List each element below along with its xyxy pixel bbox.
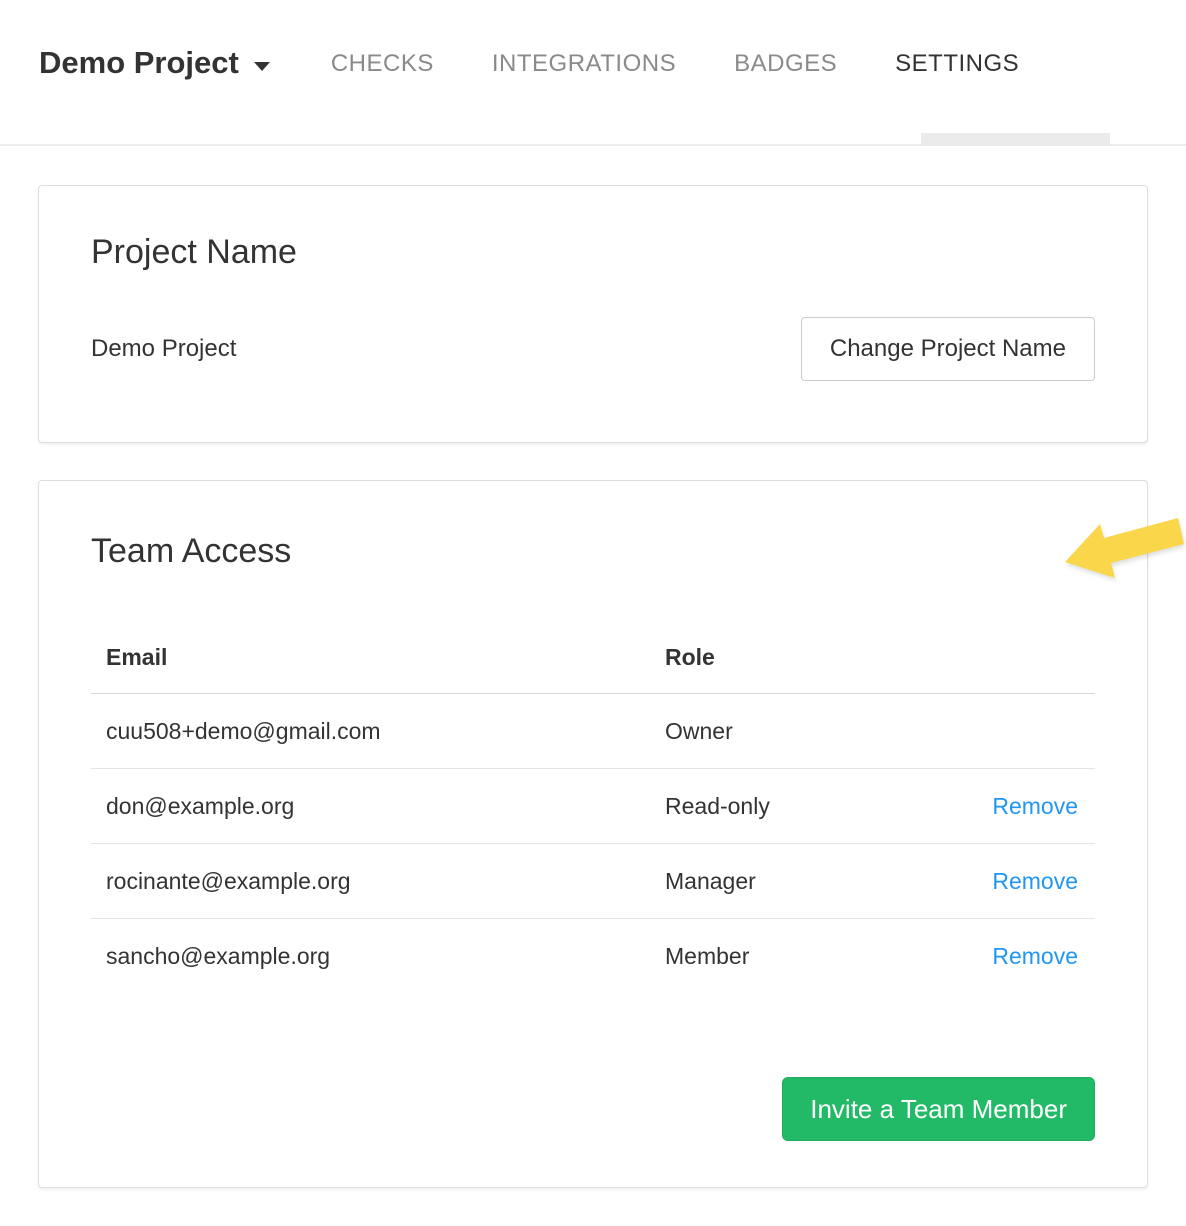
team-access-card-title: Team Access	[91, 481, 1095, 572]
active-tab-indicator	[921, 133, 1110, 146]
invite-row: Invite a Team Member	[91, 1077, 1095, 1141]
table-row: sancho@example.org Member Remove	[91, 919, 1095, 994]
team-table-header-row: Email Role	[91, 636, 1095, 694]
tab-settings[interactable]: SETTINGS	[895, 46, 1019, 82]
member-role: Owner	[650, 694, 950, 769]
role-column-header: Role	[650, 636, 950, 694]
team-table-body: cuu508+demo@gmail.com Owner don@example.…	[91, 694, 1095, 994]
caret-down-icon	[254, 62, 270, 71]
member-role: Member	[650, 919, 950, 994]
team-table: Email Role cuu508+demo@gmail.com Owner d…	[91, 636, 1095, 993]
invite-team-member-button[interactable]: Invite a Team Member	[782, 1077, 1095, 1141]
member-email: don@example.org	[91, 769, 650, 844]
table-row: rocinante@example.org Manager Remove	[91, 844, 1095, 919]
project-name-value: Demo Project	[91, 335, 236, 363]
project-switcher-label: Demo Project	[39, 44, 239, 82]
project-nav: CHECKS INTEGRATIONS BADGES SETTINGS	[331, 46, 1019, 82]
email-column-header: Email	[91, 636, 650, 694]
table-row: don@example.org Read-only Remove	[91, 769, 1095, 844]
remove-link[interactable]: Remove	[992, 868, 1078, 894]
remove-link[interactable]: Remove	[992, 943, 1078, 969]
project-name-card: Project Name Demo Project Change Project…	[38, 185, 1148, 443]
member-email: sancho@example.org	[91, 919, 650, 994]
actions-column-header	[950, 636, 1095, 694]
project-switcher[interactable]: Demo Project	[39, 44, 270, 82]
member-role: Read-only	[650, 769, 950, 844]
member-email: rocinante@example.org	[91, 844, 650, 919]
table-row: cuu508+demo@gmail.com Owner	[91, 694, 1095, 769]
tab-integrations[interactable]: INTEGRATIONS	[492, 46, 676, 82]
member-email: cuu508+demo@gmail.com	[91, 694, 650, 769]
project-name-row: Demo Project Change Project Name	[91, 317, 1095, 381]
change-project-name-button[interactable]: Change Project Name	[801, 317, 1095, 381]
team-access-card: Team Access Email Role cuu508+demo@gmail…	[38, 480, 1148, 1188]
member-role: Manager	[650, 844, 950, 919]
project-name-card-title: Project Name	[91, 186, 1095, 273]
project-header: Demo Project CHECKS INTEGRATIONS BADGES …	[0, 0, 1186, 146]
tab-checks[interactable]: CHECKS	[331, 46, 434, 82]
tab-badges[interactable]: BADGES	[734, 46, 837, 82]
remove-link[interactable]: Remove	[992, 793, 1078, 819]
